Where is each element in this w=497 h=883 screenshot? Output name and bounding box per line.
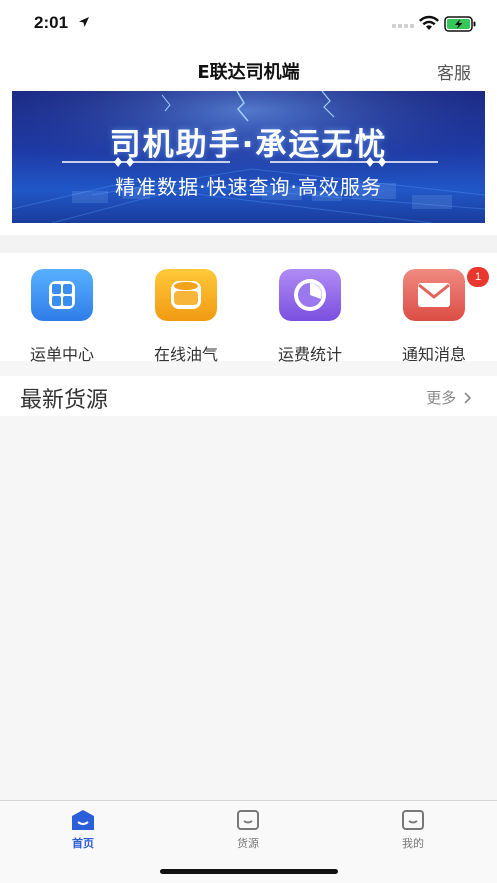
- tab-profile[interactable]: 我的: [373, 809, 453, 853]
- shortcut-label: 运单中心: [29, 345, 94, 364]
- shortcut-waybill-center[interactable]: 运单中心: [7, 269, 117, 364]
- section-spacer: [0, 235, 497, 253]
- banner-subtitle: 精准数据·快速查询·高效服务: [115, 175, 382, 199]
- grid-icon: [31, 269, 93, 321]
- shortcut-grid: 运单中心 在线油气 运费统计 1 通知消息: [0, 253, 497, 364]
- cargo-list: [0, 416, 497, 800]
- mail-icon: [403, 269, 465, 321]
- status-time: 2:01: [34, 13, 69, 32]
- battery-charging-icon: [444, 16, 476, 32]
- banner-container: 司机助手·承运无忧 精准数据·快速查询·高效服务: [0, 91, 497, 235]
- customer-service-button[interactable]: 客服: [437, 59, 471, 84]
- tab-cargo[interactable]: 货源: [208, 809, 288, 853]
- home-icon: [72, 810, 94, 830]
- tab-home[interactable]: 首页: [43, 809, 123, 853]
- tab-label: 货源: [237, 837, 259, 850]
- diamond-ornament-icon: [114, 157, 134, 167]
- cargo-icon: [237, 810, 259, 830]
- location-arrow-icon: [79, 17, 89, 27]
- shortcut-label: 通知消息: [401, 345, 466, 364]
- promo-banner[interactable]: 司机助手·承运无忧 精准数据·快速查询·高效服务: [12, 91, 485, 223]
- nav-bar: E联达司机端 客服: [0, 48, 497, 92]
- shortcut-label: 在线油气: [153, 345, 218, 364]
- chevron-right-icon: [464, 392, 472, 404]
- shortcut-notifications[interactable]: 1 通知消息: [379, 267, 489, 364]
- shortcut-online-fuel[interactable]: 在线油气: [131, 269, 241, 364]
- status-bar: 2:01: [0, 0, 497, 48]
- unread-badge: 1: [467, 267, 489, 287]
- page-title: E联达司机端: [197, 62, 300, 83]
- profile-icon: [402, 810, 424, 830]
- diamond-ornament-icon: [366, 157, 386, 167]
- shortcut-freight-stats[interactable]: 运费统计: [255, 269, 365, 364]
- more-link[interactable]: 更多: [426, 387, 473, 408]
- pie-chart-icon: [279, 269, 341, 321]
- section-title: 最新货源: [20, 388, 109, 413]
- tab-label: 我的: [402, 837, 424, 850]
- latest-cargo-header: 最新货源 更多: [0, 376, 497, 416]
- banner-title: 司机助手·承运无忧: [109, 127, 388, 163]
- tab-label: 首页: [72, 837, 94, 850]
- fuel-tank-icon: [155, 269, 217, 321]
- shortcut-label: 运费统计: [277, 345, 342, 364]
- home-indicator: [160, 869, 338, 874]
- cellular-signal-icon: [392, 22, 414, 28]
- more-label: 更多: [426, 389, 457, 407]
- wifi-icon: [419, 15, 439, 30]
- banner-divider-left: [62, 161, 230, 163]
- banner-divider-right: [270, 161, 438, 163]
